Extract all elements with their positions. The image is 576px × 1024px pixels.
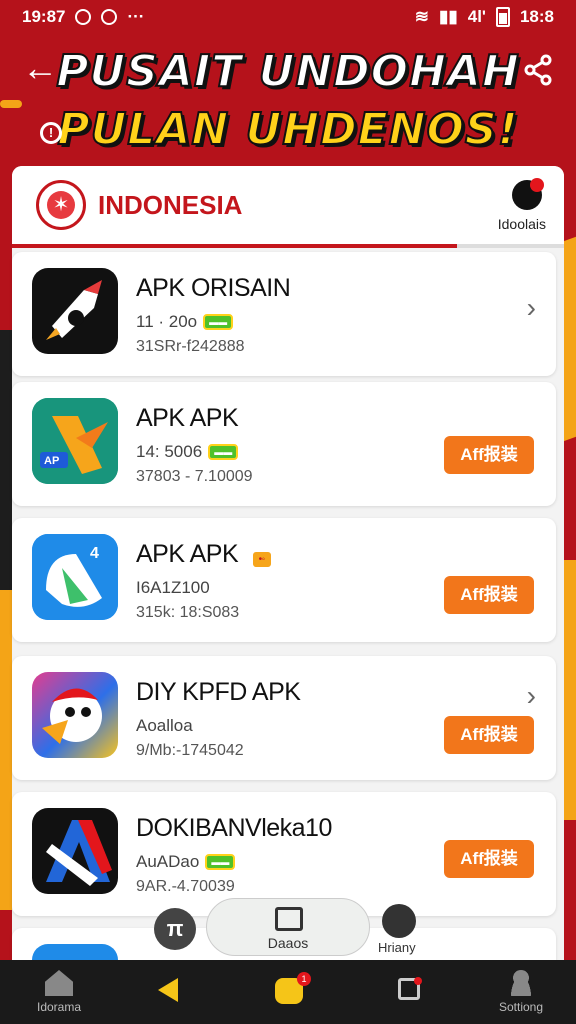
app-name: APK APK •◦ (136, 540, 271, 569)
tab-underline-inactive (457, 244, 564, 248)
emblem-logo (36, 180, 86, 230)
circle-home-icon: 1 (275, 972, 311, 1004)
app-meta: 14: 5006 ▬▬ (136, 442, 239, 462)
app-name: APK APK (136, 404, 239, 432)
chevron-right-icon[interactable]: › (527, 292, 536, 324)
floating-nav-center[interactable]: Daaos (206, 898, 370, 956)
list-item-app-1[interactable]: APK ORISAIN 11 · 20o ▬▬ 31SRr-f242888 › (12, 252, 556, 376)
nav-settings[interactable]: Sottiong (488, 960, 554, 1024)
tools-icon[interactable] (382, 904, 416, 938)
chevron-right-icon[interactable]: › (527, 680, 536, 712)
battery-icon (495, 7, 510, 27)
notification-icon (75, 9, 92, 25)
page-title-line1: PUSAIT UNDOHAH (55, 45, 520, 98)
app-icon-3: 4 (32, 534, 118, 620)
app-icon-2: AP (32, 398, 118, 484)
page-title-line2: PULAN UHDENOS! (56, 103, 519, 156)
app-badge-green: ▬▬ (203, 314, 234, 330)
list-item-app-3[interactable]: 4 APK APK •◦ I6A1Z100 315k: 18:S083 Aff报… (12, 518, 556, 642)
recents-square-icon (398, 977, 422, 1000)
app-icon-4 (32, 672, 118, 758)
brand-logo[interactable] (512, 178, 544, 210)
share-icon[interactable] (522, 54, 554, 86)
nav-home-circle[interactable]: 1 (272, 960, 311, 1024)
battery-label: 18:8 (519, 7, 554, 26)
triangle-back-icon (158, 978, 178, 1002)
list-item-app-4[interactable]: DIY KPFD APK Aoalloa 9/Mb:-1745042 › Aff… (12, 656, 556, 780)
app-sub: 37803 - 7.10009 (136, 468, 253, 485)
more-dots-icon: ··· (127, 7, 145, 26)
wifi-icon: ≋ (414, 7, 430, 26)
install-button[interactable]: Aff报装 (444, 716, 534, 754)
install-button[interactable]: Aff报装 (444, 576, 534, 614)
list-item-app-2[interactable]: AP APK APK 14: 5006 ▬▬ 37803 - 7.10009 A… (12, 382, 556, 506)
app-badge-orange: •◦ (252, 552, 271, 567)
app-meta: Aoalloa (136, 716, 193, 735)
app-name: APK ORISAIN (136, 274, 291, 302)
notification-badge: 1 (297, 972, 311, 986)
signal-icon: ▮▮ (439, 7, 458, 26)
status-time: 19:87 (22, 7, 66, 26)
pi-icon[interactable]: π (154, 908, 196, 950)
app-name: DIY KPFD APK (136, 678, 301, 706)
floating-nav-center-label: Daaos (267, 935, 309, 951)
nav-settings-label: Sottiong (498, 1000, 544, 1014)
section-title: INDONESIA (98, 190, 243, 220)
install-button[interactable]: Aff报装 (444, 840, 534, 878)
floating-nav-right-label: Hriany (378, 940, 416, 955)
nav-back[interactable] (148, 960, 188, 1024)
recents-dot (414, 977, 422, 985)
app-meta: AuADao ▬▬ (136, 852, 236, 872)
nav-recents[interactable] (392, 960, 426, 1024)
document-icon (275, 907, 303, 931)
install-button[interactable]: Aff报装 (444, 436, 534, 474)
app-badge-green: ▬▬ (205, 854, 236, 870)
app-meta-text: AuADao (136, 852, 200, 871)
target-icon (101, 9, 118, 25)
app-badge-green: ▬▬ (208, 444, 239, 460)
app-meta: I6A1Z100 (136, 578, 210, 597)
app-sub: 9AR.-4.70039 (136, 878, 235, 895)
app-sub: 9/Mb:-1745042 (136, 742, 244, 759)
section-header: INDONESIA Idoolais (12, 166, 564, 248)
svg-text:AP: AP (44, 455, 59, 467)
app-meta-text: 11 · 20o (136, 312, 198, 331)
status-left: 19:87 ··· (22, 7, 144, 27)
user-icon (508, 970, 534, 996)
app-sub: 31SRr-f242888 (136, 338, 245, 355)
network-label: 4l' (467, 7, 486, 26)
app-name: DOKIBANVleka10 (136, 814, 332, 842)
app-meta-text: 14: 5006 (136, 442, 203, 461)
home-icon (45, 970, 73, 996)
app-sub: 315k: 18:S083 (136, 604, 240, 621)
svg-text:4: 4 (90, 545, 99, 562)
status-bar: 19:87 ··· ≋ ▮▮ 4l' 18:8 (0, 0, 576, 34)
status-right: ≋ ▮▮ 4l' 18:8 (415, 7, 554, 27)
app-meta: 11 · 20o ▬▬ (136, 312, 234, 332)
floating-nav: π Daaos Hriany (150, 896, 440, 962)
app-name-text: APK APK (136, 540, 239, 568)
bottom-nav-bar: Idorama 1 Sottiong (0, 960, 576, 1024)
nav-home[interactable]: Idorama (24, 960, 94, 1024)
brand-label: Idoolais (497, 216, 546, 232)
app-icon-1 (32, 268, 118, 354)
header: ← PUSAIT UNDOHAH PULAN UHDENOS! ! (0, 40, 576, 160)
app-icon-5 (32, 808, 118, 894)
nav-home-label: Idorama (36, 1000, 82, 1014)
info-icon[interactable]: ! (40, 122, 62, 144)
